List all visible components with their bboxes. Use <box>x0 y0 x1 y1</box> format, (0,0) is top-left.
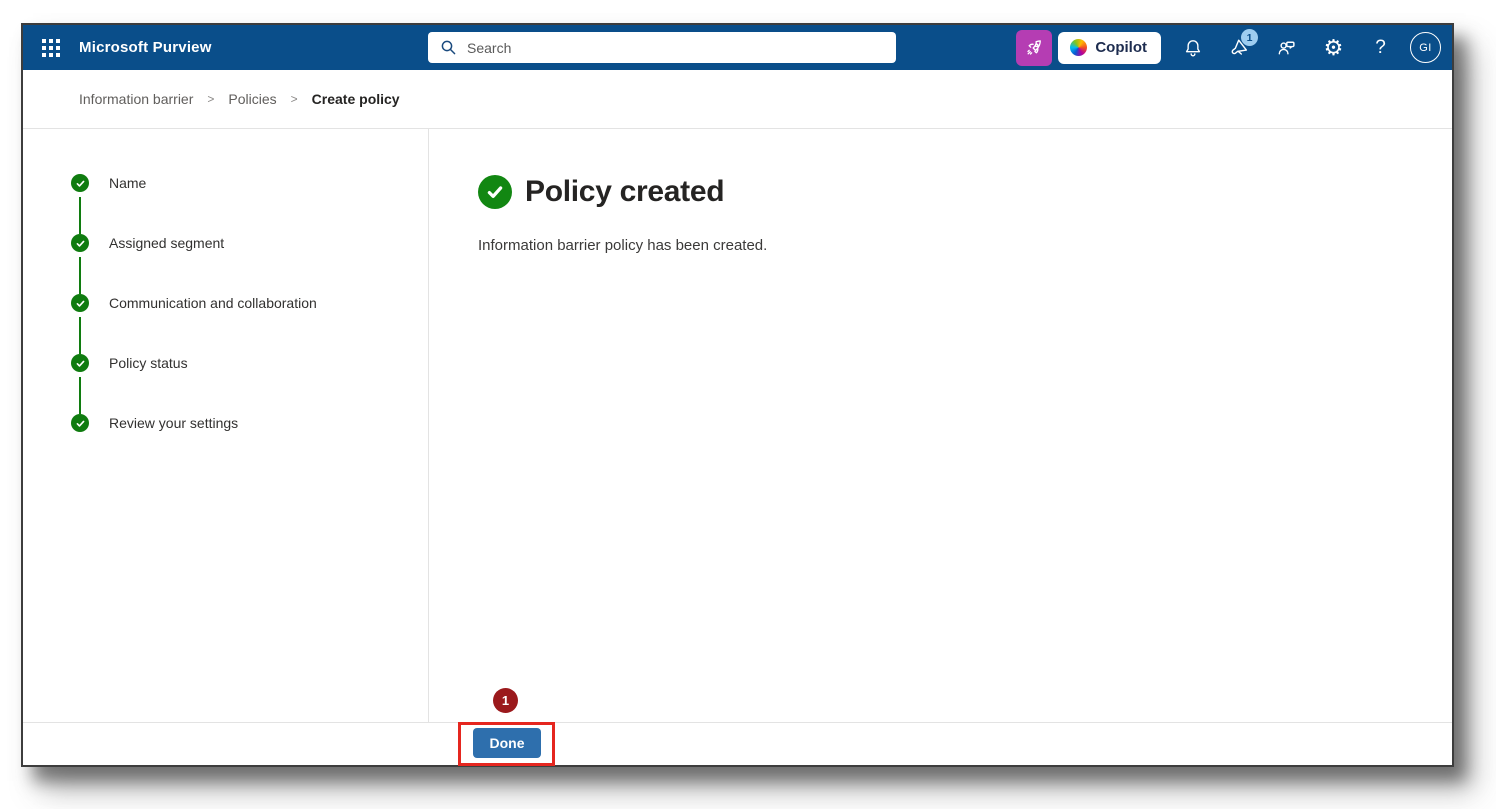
step-label: Name <box>109 175 147 191</box>
breadcrumb-separator: > <box>290 92 298 106</box>
waffle-icon <box>42 39 60 57</box>
global-search[interactable] <box>428 32 896 63</box>
search-input[interactable] <box>467 39 896 56</box>
breadcrumb-create-policy: Create policy <box>311 91 400 107</box>
copilot-logo-icon <box>1070 39 1088 56</box>
breadcrumb-separator: > <box>207 92 215 106</box>
step-completed-check-icon <box>71 354 89 372</box>
step-completed-check-icon <box>71 234 89 252</box>
topbar-actions: Copilot 1 ⚙ ? GI <box>1016 25 1445 70</box>
announcements-button[interactable]: 1 <box>1216 25 1263 70</box>
wizard-steps-nav: Name Assigned segment Communication and … <box>23 129 429 722</box>
step-label: Assigned segment <box>109 235 225 251</box>
wizard-step-review-settings[interactable]: Review your settings <box>71 414 428 432</box>
feedback-person-icon <box>1278 41 1295 55</box>
step-completed-check-icon <box>71 414 89 432</box>
wizard-step-policy-status[interactable]: Policy status <box>71 354 428 414</box>
settings-button[interactable]: ⚙ <box>1310 25 1357 70</box>
whats-new-rocket-button[interactable] <box>1016 29 1053 66</box>
account-avatar[interactable]: GI <box>1410 32 1441 63</box>
breadcrumb-policies[interactable]: Policies <box>228 91 276 107</box>
wizard-content-pane: Policy created Information barrier polic… <box>429 129 1452 722</box>
wizard-step-communication-collaboration[interactable]: Communication and collaboration <box>71 294 428 354</box>
breadcrumb-information-barrier[interactable]: Information barrier <box>79 91 193 107</box>
search-icon <box>441 40 456 55</box>
step-completed-check-icon <box>71 174 89 192</box>
annotation-step-1-marker: 1 <box>493 688 518 713</box>
purview-app-window: Microsoft Purview Search Copilot 1 ⚙ ? G… <box>21 23 1454 767</box>
rocket-icon <box>1027 39 1042 55</box>
help-icon: ? <box>1375 37 1386 58</box>
step-label: Policy status <box>109 355 188 371</box>
step-label: Review your settings <box>109 415 239 431</box>
help-button[interactable]: ? <box>1357 25 1404 70</box>
success-check-icon <box>478 175 512 209</box>
copilot-button[interactable]: Copilot <box>1058 31 1161 64</box>
policy-created-header: Policy created <box>478 175 1452 209</box>
gear-icon: ⚙ <box>1323 34 1344 60</box>
step-label: Communication and collaboration <box>109 295 317 311</box>
step-completed-check-icon <box>71 294 89 312</box>
notifications-button[interactable] <box>1169 25 1216 70</box>
wizard-footer: Done <box>23 722 1452 765</box>
announcement-count-badge: 1 <box>1241 29 1258 46</box>
wizard-step-name[interactable]: Name <box>71 174 428 234</box>
copilot-label: Copilot <box>1095 39 1147 56</box>
wizard-body: Name Assigned segment Communication and … <box>23 129 1452 722</box>
feedback-button[interactable] <box>1263 25 1310 70</box>
confirmation-message: Information barrier policy has been crea… <box>478 237 768 254</box>
app-title: Microsoft Purview <box>79 39 212 56</box>
done-button[interactable]: Done <box>473 728 541 758</box>
top-app-bar: Microsoft Purview Search Copilot 1 ⚙ ? G… <box>23 25 1452 70</box>
bell-icon <box>1185 39 1200 56</box>
breadcrumb: Information barrier > Policies > Create … <box>23 70 1452 129</box>
app-launcher-waffle-icon[interactable] <box>35 32 67 64</box>
page-title: Policy created <box>525 175 725 208</box>
screenshot-stage: Microsoft Purview Search Copilot 1 ⚙ ? G… <box>0 0 1496 809</box>
wizard-step-assigned-segment[interactable]: Assigned segment <box>71 234 428 294</box>
